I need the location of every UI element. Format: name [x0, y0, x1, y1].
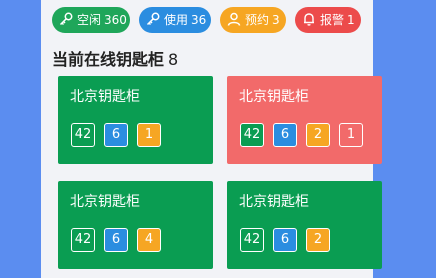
reserved-stat-button[interactable]: 预约 3 — [220, 7, 286, 33]
cabinet-card[interactable]: 北京钥匙柜 42 6 1 — [58, 76, 213, 164]
bell-icon — [301, 11, 317, 27]
cabinet-card-title: 北京钥匙柜 — [239, 194, 309, 210]
reserved-stat-value: 3 — [272, 13, 280, 27]
cabinet-card-title: 北京钥匙柜 — [70, 89, 140, 105]
reserved-stat-label: 预约 — [245, 13, 270, 27]
idle-count-badge: 42 — [71, 228, 95, 252]
idle-count-badge: 42 — [71, 123, 95, 147]
cabinet-card[interactable]: 北京钥匙柜 42 6 4 — [58, 181, 213, 269]
user-icon — [226, 11, 242, 27]
alarm-stat-value: 1 — [347, 13, 355, 27]
alarm-count-badge: 1 — [339, 123, 363, 147]
in-use-stat-label: 使用 — [164, 13, 189, 27]
idle-stat-value: 360 — [104, 13, 127, 27]
online-cabinet-count: 8 — [168, 50, 179, 69]
in-use-stat-value: 36 — [191, 13, 207, 27]
key-icon — [58, 11, 74, 27]
in-use-count-badge: 6 — [104, 228, 128, 252]
reserved-count-badge: 2 — [306, 123, 330, 147]
cabinet-card-title: 北京钥匙柜 — [239, 89, 309, 105]
cabinet-card[interactable]: 北京钥匙柜 42 6 2 — [227, 181, 382, 269]
idle-count-badge: 42 — [240, 123, 264, 147]
alarm-stat-button[interactable]: 报警 1 — [295, 7, 361, 33]
heading-label: 当前在线钥匙柜 — [52, 50, 165, 69]
reserved-count-badge: 4 — [137, 228, 161, 252]
idle-stat-button[interactable]: 空闲 360 — [52, 7, 130, 33]
in-use-count-badge: 6 — [273, 228, 297, 252]
idle-stat-label: 空闲 — [77, 13, 102, 27]
in-use-stat-button[interactable]: 使用 36 — [139, 7, 211, 33]
cabinet-card[interactable]: 北京钥匙柜 42 6 2 1 — [227, 76, 382, 164]
cabinet-panel: 空闲 360 使用 36 预约 3 报警 1 当前在线钥匙柜 8 北京钥匙柜 42 6 1 — [41, 0, 382, 278]
key-icon — [145, 11, 161, 27]
alarm-stat-label: 报警 — [320, 13, 345, 27]
reserved-count-badge: 1 — [137, 123, 161, 147]
online-cabinets-heading: 当前在线钥匙柜 8 — [52, 46, 178, 70]
in-use-count-badge: 6 — [104, 123, 128, 147]
idle-count-badge: 42 — [240, 228, 264, 252]
reserved-count-badge: 2 — [306, 228, 330, 252]
cabinet-card-title: 北京钥匙柜 — [70, 194, 140, 210]
in-use-count-badge: 6 — [273, 123, 297, 147]
